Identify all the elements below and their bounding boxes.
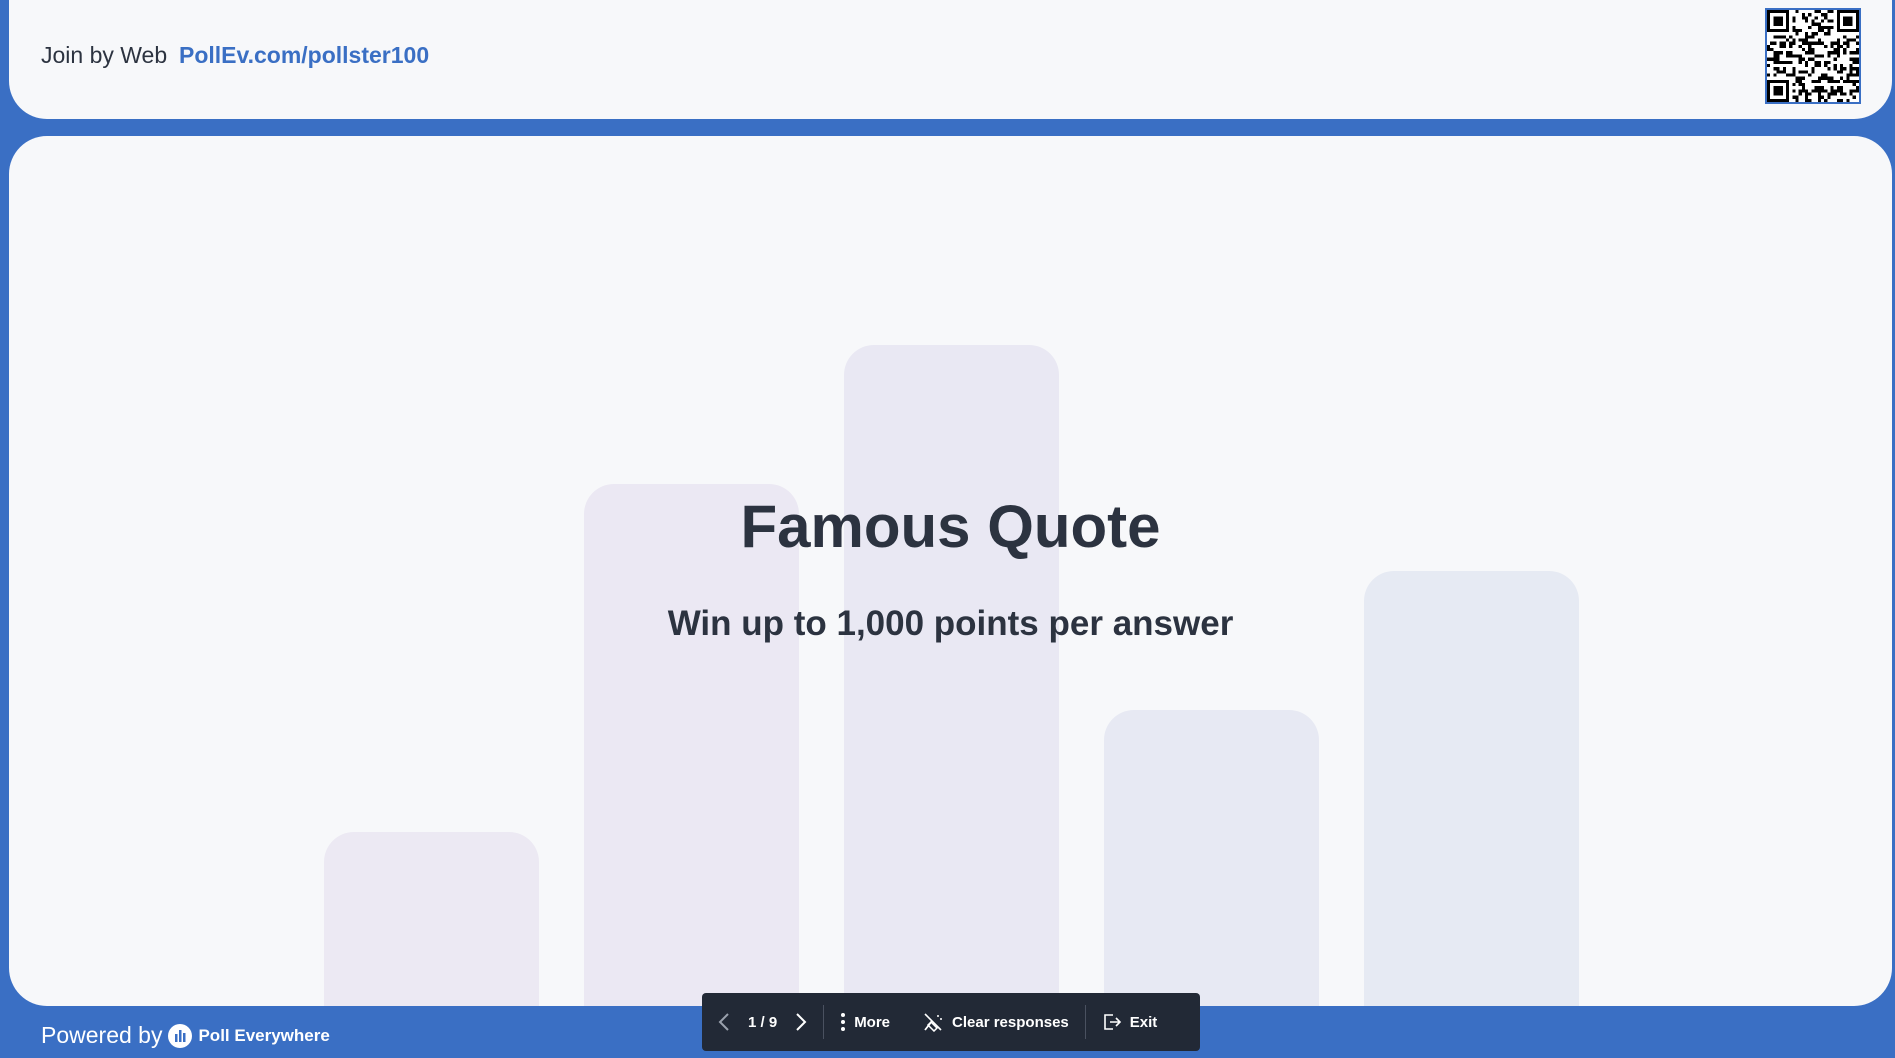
decorative-bar: [844, 345, 1059, 1006]
join-by-web-label: Join by Web: [41, 42, 168, 68]
slide-subtitle: Win up to 1,000 points per answer: [667, 604, 1234, 643]
decorative-bar: [584, 484, 799, 1006]
slide-title: Famous Quote: [740, 493, 1161, 560]
clear-responses-icon: [922, 1012, 944, 1032]
powered-by-label: Powered by: [41, 1022, 163, 1048]
clear-responses-button[interactable]: Clear responses: [906, 993, 1085, 1051]
qr-code: [1765, 8, 1861, 104]
exit-button[interactable]: Exit: [1086, 993, 1174, 1051]
more-vertical-icon: [840, 1012, 846, 1032]
powered-by: Powered by Poll Everywhere: [41, 1022, 330, 1049]
more-button[interactable]: More: [824, 993, 906, 1051]
presenter-toolbar: 1 / 9 More Clear responses Exit: [702, 993, 1200, 1051]
previous-slide-button[interactable]: [718, 993, 730, 1051]
header-bar: Join by Web PollEv.com/pollster100: [9, 0, 1892, 119]
poll-everywhere-logo-icon: [168, 1023, 193, 1048]
join-url-link[interactable]: PollEv.com/pollster100: [179, 42, 429, 69]
decorative-bar: [324, 832, 539, 1006]
more-label: More: [854, 1013, 891, 1031]
exit-icon: [1102, 1012, 1122, 1032]
exit-label: Exit: [1129, 1013, 1158, 1031]
page-indicator: 1 / 9: [748, 1013, 778, 1031]
chevron-right-icon: [796, 1013, 807, 1031]
chevron-left-icon: [718, 1013, 729, 1031]
slide-area: Famous Quote Win up to 1,000 points per …: [9, 136, 1892, 1006]
decorative-bar: [1104, 710, 1319, 1006]
clear-responses-label: Clear responses: [952, 1013, 1069, 1031]
poll-everywhere-brand: Poll Everywhere: [198, 1025, 330, 1045]
next-slide-button[interactable]: [795, 993, 807, 1051]
